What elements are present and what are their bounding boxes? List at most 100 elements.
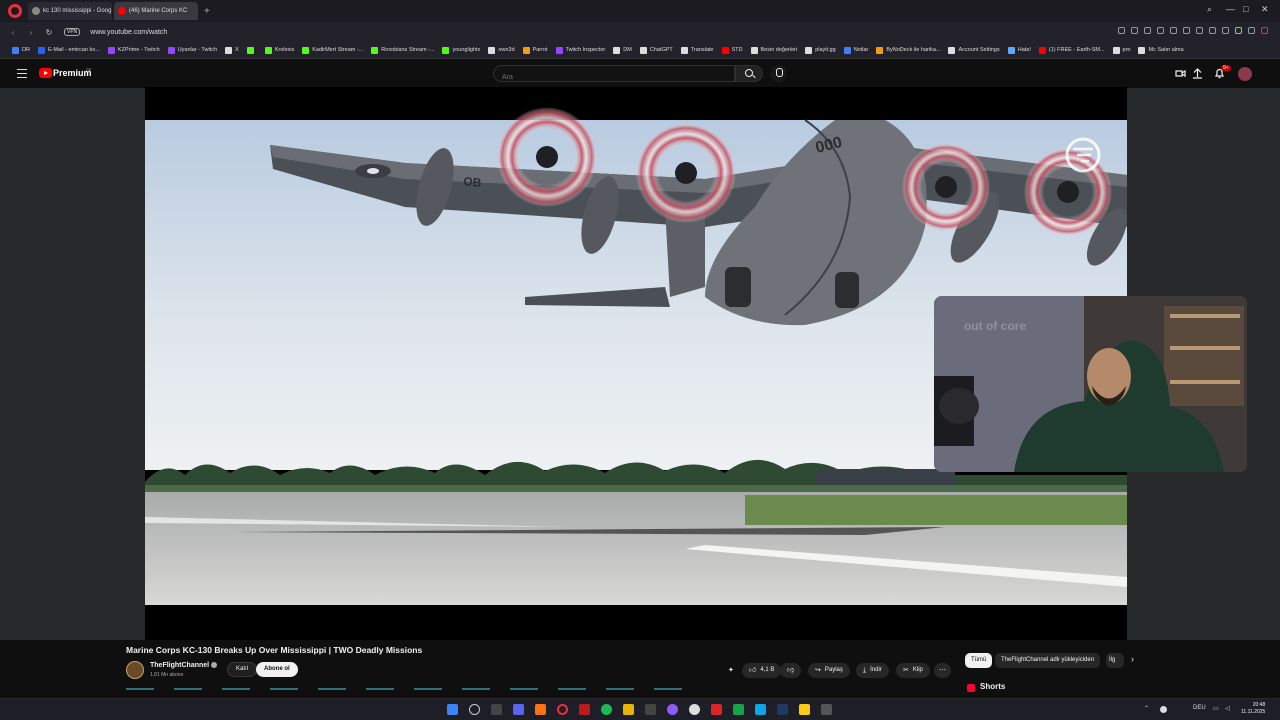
reload-icon[interactable]: ↻	[44, 28, 54, 37]
user-avatar[interactable]	[1238, 67, 1252, 81]
excel-icon[interactable]	[733, 704, 744, 715]
bookmark-item[interactable]: younglightx	[442, 46, 480, 54]
app-red-icon[interactable]	[579, 704, 590, 715]
browser-tab-youtube[interactable]: (46) Marine Corps KC	[114, 2, 198, 20]
bookmark-item[interactable]: Uyanlar - Twitch	[167, 46, 217, 54]
bookmark-item[interactable]: Parrot	[522, 46, 548, 54]
bookmark-item[interactable]: Hata!	[1007, 46, 1031, 54]
bookmark-item[interactable]: E-Mail - emircan ko...	[37, 46, 100, 54]
bookmark-item[interactable]: ByNoDeck ile harika...	[876, 46, 940, 54]
download-button[interactable]: ⤓ İndir	[856, 663, 889, 678]
app-white-icon[interactable]	[689, 704, 700, 715]
network-icon[interactable]: ▭	[1213, 705, 1219, 712]
join-button[interactable]: Katıl	[227, 662, 258, 677]
app-gray-icon[interactable]	[821, 704, 832, 715]
bookmark-item[interactable]: Notlar	[843, 46, 868, 54]
share-button[interactable]: ↪ Paylaş	[808, 663, 850, 678]
extensions-icon[interactable]	[1157, 27, 1164, 34]
back-icon[interactable]: ‹	[8, 28, 18, 37]
browser-tab-search[interactable]: kc 130 mississippi - Goog	[28, 2, 112, 20]
clip-button[interactable]: ✂ Klip	[896, 663, 930, 678]
bookmark-item[interactable]: (1) FREE - Earth-SM...	[1038, 46, 1105, 54]
search-button[interactable]	[735, 65, 763, 82]
bookmark-item[interactable]: KadirMert Stream -...	[302, 46, 363, 54]
opera-logo-icon[interactable]	[8, 4, 22, 18]
channel-avatar[interactable]	[126, 661, 144, 679]
menu-icon[interactable]	[1209, 27, 1216, 34]
heart-icon[interactable]	[1183, 27, 1190, 34]
task-view-icon[interactable]	[491, 704, 502, 715]
tray-overflow-icon[interactable]: ⌃	[1144, 705, 1149, 712]
bookmark-item[interactable]: KZPrime - Twitch	[107, 46, 160, 54]
app-purple-icon[interactable]	[667, 704, 678, 715]
hamburger-menu-icon[interactable]	[17, 69, 27, 78]
bookmark-item[interactable]: STD	[721, 46, 743, 54]
bookmark-item[interactable]: DR	[12, 46, 30, 54]
app-yellow-icon[interactable]	[799, 704, 810, 715]
screenshot-icon[interactable]	[1131, 27, 1138, 34]
volume-icon[interactable]: ◁	[1225, 705, 1230, 712]
bookmark-item[interactable]: pro	[1112, 46, 1130, 54]
calendar-icon[interactable]	[645, 704, 656, 715]
tray-app-icon[interactable]	[1160, 706, 1167, 713]
extension-download-icon[interactable]	[1248, 27, 1255, 34]
extension-red-icon[interactable]	[1261, 27, 1268, 34]
channel-name[interactable]: TheFlightChannel	[150, 662, 218, 669]
chip-all[interactable]: Tümü	[965, 653, 993, 668]
url-field[interactable]: www.youtube.com/watch	[90, 29, 167, 36]
search-input[interactable]	[494, 70, 734, 85]
search-icon[interactable]	[469, 704, 480, 715]
start-menu-icon[interactable]	[447, 704, 458, 715]
vpn-badge[interactable]: VPN	[64, 28, 81, 36]
subscribe-button[interactable]: Abone ol	[256, 662, 298, 677]
bookmark-icon[interactable]	[1170, 27, 1177, 34]
bookmark-item[interactable]: ChatGPT	[639, 46, 673, 54]
bookmark-item[interactable]: Krolexis	[264, 46, 294, 54]
bookmark-item[interactable]: Roxobians Stream -...	[371, 46, 434, 54]
chips-next-icon[interactable]: ›	[1131, 654, 1134, 664]
steam-icon[interactable]	[777, 704, 788, 715]
search-tabs-icon[interactable]: ⌕	[1207, 4, 1212, 15]
spotify-icon[interactable]	[601, 704, 612, 715]
like-button[interactable]: 👍︎ 4,1 B	[742, 663, 782, 678]
bookmark-item[interactable]: DM	[613, 46, 632, 54]
clock[interactable]: 20:48 11.11.2025	[1241, 702, 1265, 716]
forward-icon[interactable]: ›	[26, 28, 36, 37]
more-actions-button[interactable]: ⋯	[934, 663, 951, 678]
vscode-icon[interactable]	[755, 704, 766, 715]
discord-icon[interactable]	[513, 704, 524, 715]
app-grid-icon[interactable]	[711, 704, 722, 715]
dislike-button[interactable]: 👎︎	[780, 663, 802, 678]
app-orange-icon[interactable]	[535, 704, 546, 715]
extension-green-icon[interactable]	[1235, 27, 1242, 34]
bookmark-label: Besin değerleri	[760, 47, 798, 53]
bookmark-favicon-icon	[721, 46, 729, 54]
bookmark-item[interactable]: own3d	[488, 46, 515, 54]
maximize-icon[interactable]: □	[1243, 4, 1248, 14]
bookmark-item[interactable]	[246, 46, 257, 54]
ask-ai-icon[interactable]: ✦	[728, 663, 734, 678]
bookmark-item[interactable]: Mc Satın alma	[1138, 46, 1184, 54]
bookmark-item[interactable]: playit.gg	[805, 46, 836, 54]
chip-related[interactable]: İlg	[1106, 653, 1124, 668]
minimize-icon[interactable]: —	[1226, 4, 1235, 14]
profile-icon[interactable]	[1222, 27, 1229, 34]
bookmark-item[interactable]: Twitch Inspector	[555, 46, 605, 54]
file-explorer-icon[interactable]	[623, 704, 634, 715]
create-icon[interactable]	[1175, 68, 1186, 79]
bookmark-item[interactable]: Besin değerleri	[750, 46, 798, 54]
new-tab-icon[interactable]: +	[204, 6, 210, 17]
bookmark-item[interactable]: Translate	[680, 46, 714, 54]
close-window-icon[interactable]: ✕	[1261, 4, 1269, 15]
chip-from-uploader[interactable]: TheFlightChannel adlı yükleyiciden	[995, 653, 1101, 668]
download-icon[interactable]	[1196, 27, 1203, 34]
settings-icon[interactable]	[1144, 27, 1151, 34]
youtube-logo-icon[interactable]	[39, 68, 52, 78]
bookmark-item[interactable]: Account Settings	[948, 46, 1000, 54]
upload-icon[interactable]	[1192, 68, 1203, 79]
language-indicator[interactable]: DEU	[1193, 705, 1206, 711]
bookmark-item[interactable]: X	[225, 46, 239, 54]
search-page-icon[interactable]	[1118, 27, 1125, 34]
opera-gx-icon[interactable]	[557, 704, 568, 715]
voice-search-icon[interactable]	[770, 65, 787, 82]
